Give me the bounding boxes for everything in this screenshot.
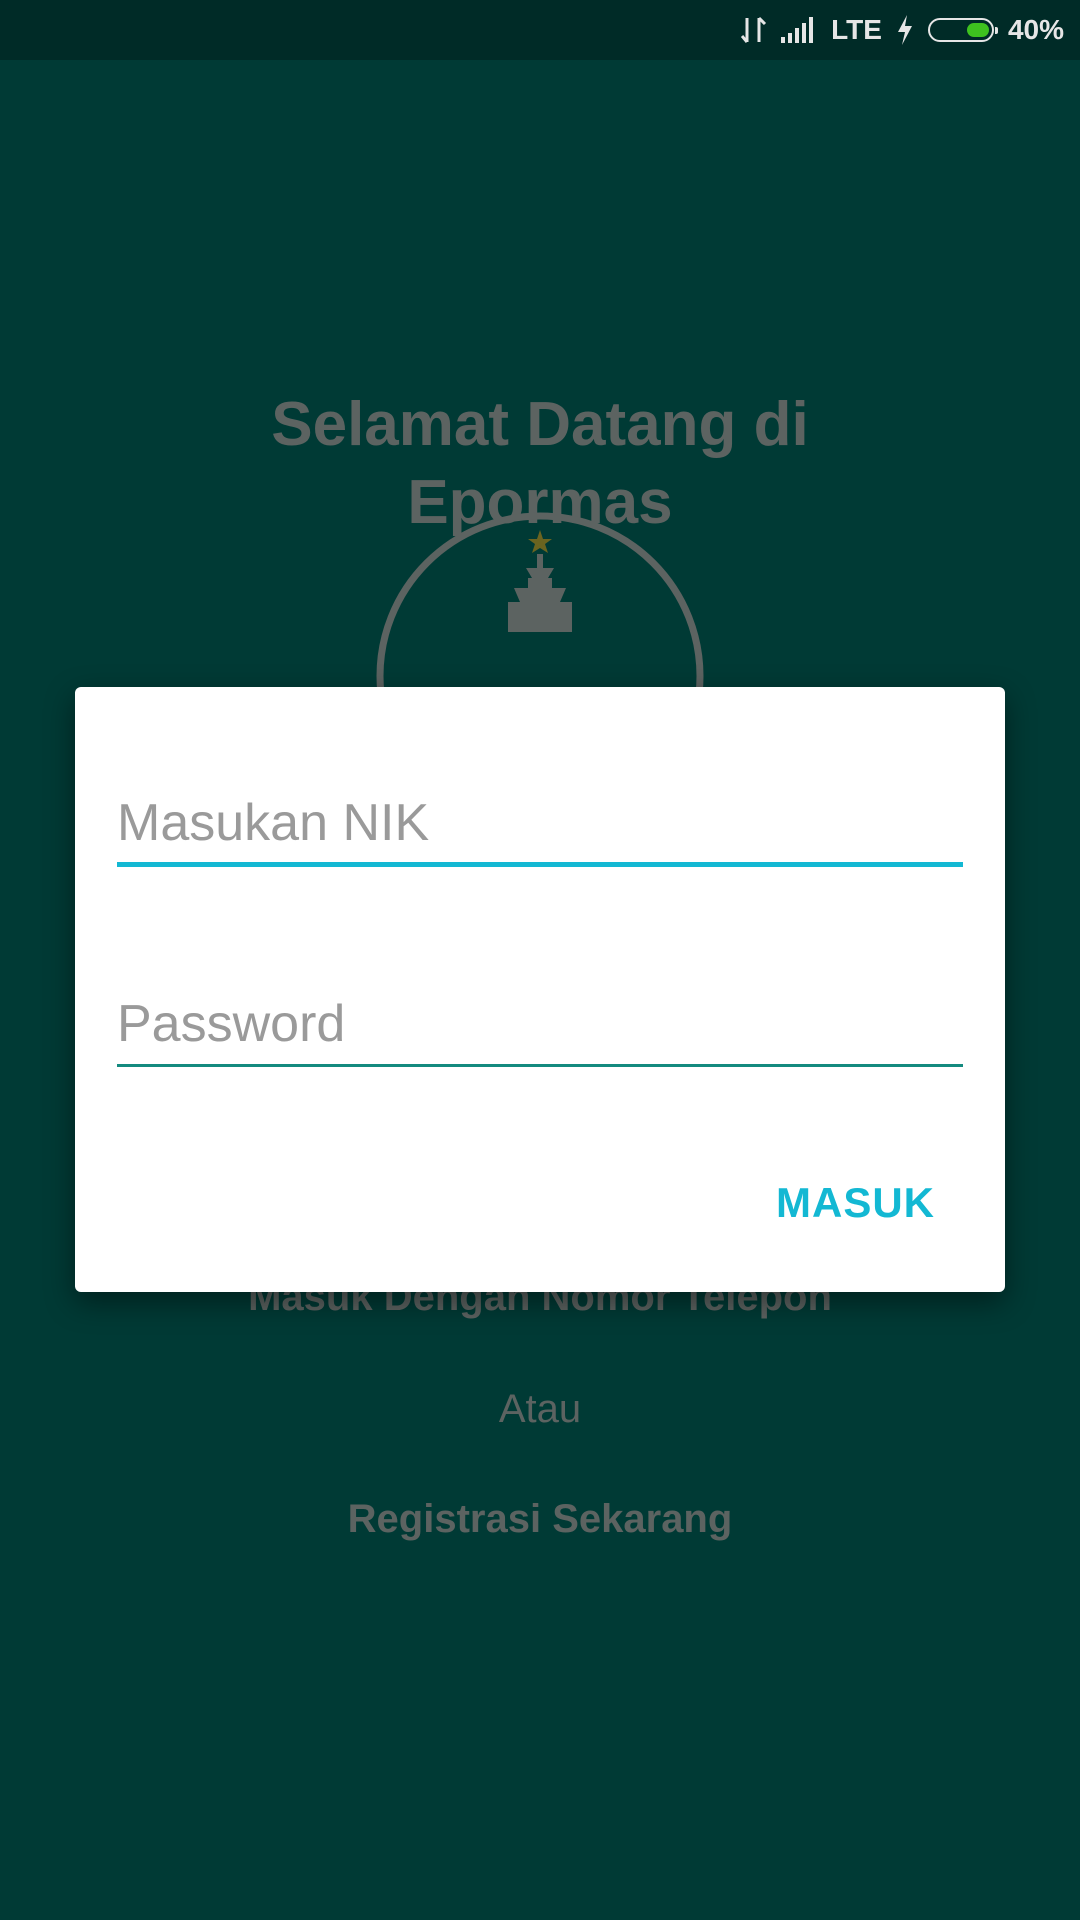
network-type: LTE [831,14,882,45]
nik-input[interactable] [117,787,963,862]
nik-field [117,787,963,867]
emblem-logo [376,512,704,712]
battery-percent: 40% [1007,14,1064,45]
or-text: Atau [498,1387,582,1431]
battery-icon [927,18,998,42]
charging-icon [896,15,914,45]
register-link[interactable]: Registrasi Sekarang [0,1497,1080,1542]
signal-icon [781,17,817,43]
password-field [117,987,963,1067]
status-bar: LTE 40% [0,0,1080,60]
status-icons: LTE 40% [741,0,1064,60]
battery-level [966,23,989,37]
welcome-title-line1: Selamat Datang di [271,390,809,459]
data-activity-icon [741,16,767,44]
password-input[interactable] [117,987,963,1064]
login-button[interactable]: MASUK [776,1179,935,1227]
login-dialog: MASUK [75,687,1005,1292]
